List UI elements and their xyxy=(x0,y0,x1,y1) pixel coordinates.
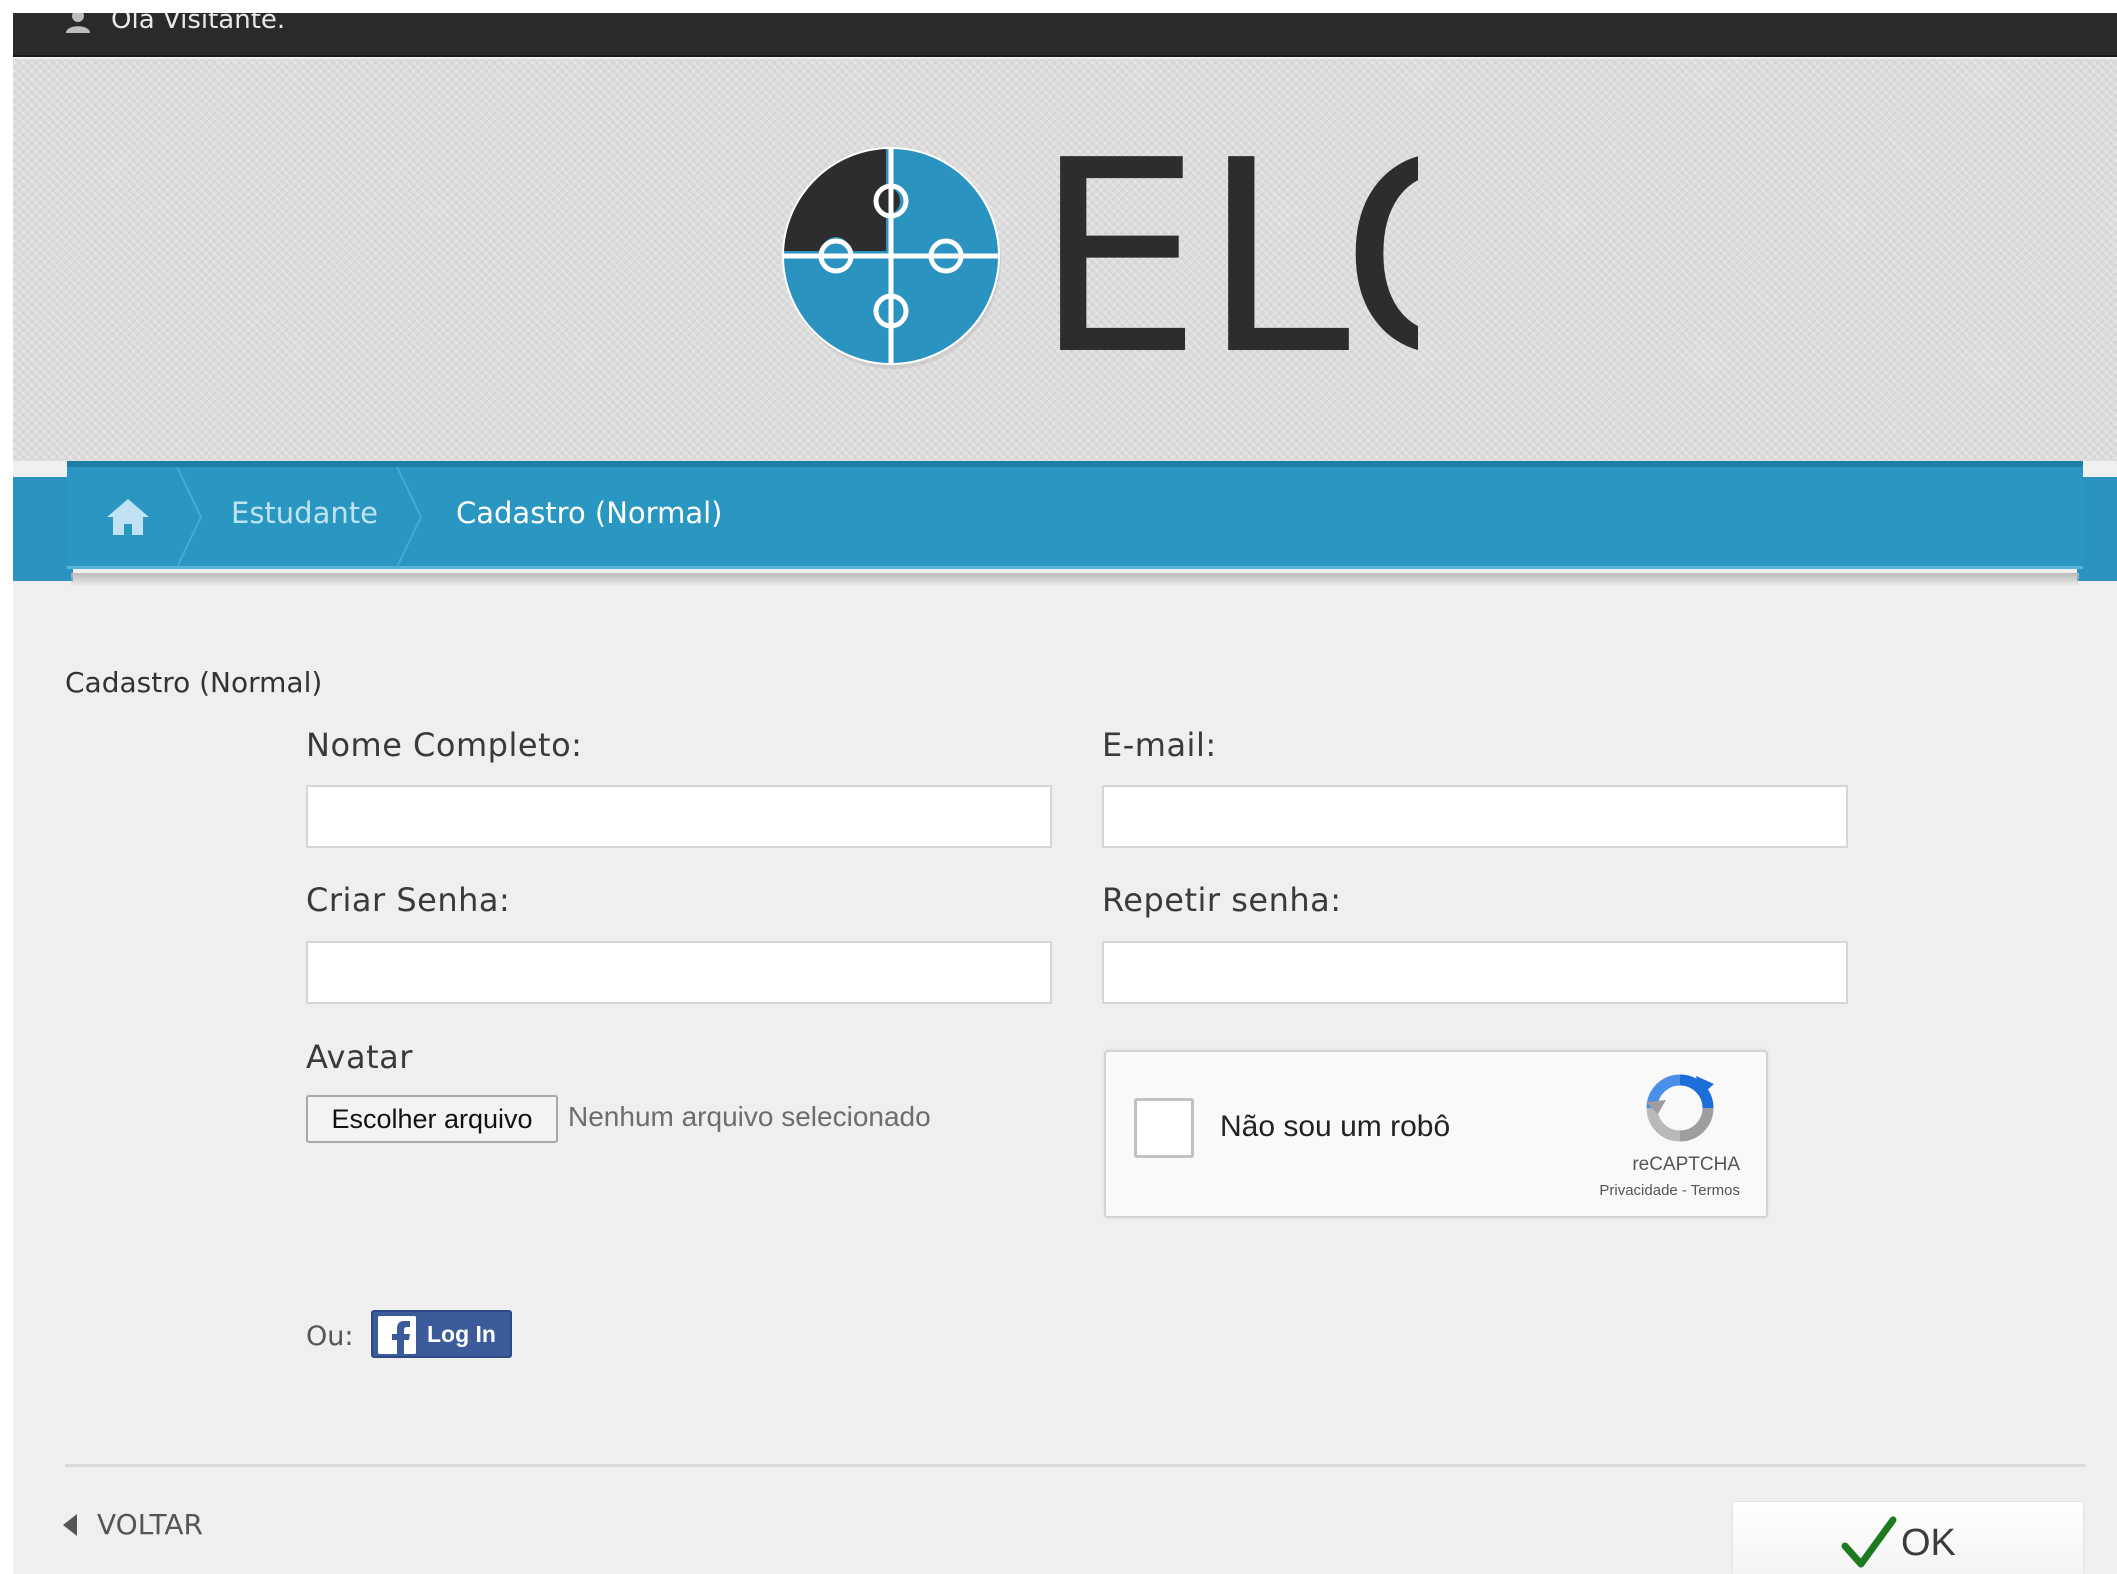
file-status-text: Nenhum arquivo selecionado xyxy=(568,1101,931,1132)
puzzle-logo-icon xyxy=(782,147,1001,369)
section-title: Cadastro (Normal) xyxy=(65,666,323,699)
choose-file-button[interactable]: Escolher arquivo xyxy=(306,1095,558,1143)
ok-button[interactable]: OK xyxy=(1732,1501,2084,1574)
breadcrumb-separator xyxy=(396,467,423,567)
checkmark-icon xyxy=(1841,1516,1897,1568)
back-label: VOLTAR xyxy=(97,1508,203,1541)
password-label: Criar Senha: xyxy=(306,881,511,919)
recaptcha-icon xyxy=(1646,1074,1714,1142)
breadcrumb-bar: Estudante Cadastro (Normal) xyxy=(13,461,2117,587)
or-label: Ou: xyxy=(306,1321,354,1352)
breadcrumb: Estudante Cadastro (Normal) xyxy=(67,461,2083,569)
logo-text: ELO xyxy=(1034,143,1418,383)
elo-logo[interactable]: ELO xyxy=(778,143,1418,383)
home-icon[interactable] xyxy=(105,497,151,537)
user-icon xyxy=(66,13,90,33)
facebook-login-label: Log In xyxy=(427,1321,496,1347)
breadcrumb-item-cadastro: Cadastro (Normal) xyxy=(456,496,723,530)
facebook-icon xyxy=(378,1316,416,1354)
caret-left-icon xyxy=(63,1514,77,1536)
registration-form: Cadastro (Normal) Nome Completo: E-mail:… xyxy=(13,586,2117,1574)
recaptcha-brand: reCAPTCHA xyxy=(1632,1154,1740,1175)
repeat-password-label: Repetir senha: xyxy=(1102,881,1342,919)
divider xyxy=(65,1464,2085,1467)
full-name-input[interactable] xyxy=(306,785,1052,848)
avatar-label: Avatar xyxy=(306,1038,413,1076)
breadcrumb-separator xyxy=(176,467,203,567)
greeting-text: Olá Visitante. xyxy=(111,13,286,35)
password-input[interactable] xyxy=(306,941,1052,1004)
recaptcha-label: Não sou um robô xyxy=(1220,1110,1451,1143)
header: ELO xyxy=(13,59,2117,461)
recaptcha-privacy-links[interactable]: Privacidade - Termos xyxy=(1599,1182,1740,1199)
repeat-password-input[interactable] xyxy=(1102,941,1848,1004)
full-name-label: Nome Completo: xyxy=(306,726,583,764)
page: Olá Visitante. EL Estudante Cadastro (No… xyxy=(13,13,2117,1574)
recaptcha-widget: Não sou um robô reCAPTCHA Privacidade - … xyxy=(1104,1050,1768,1218)
email-label: E-mail: xyxy=(1102,726,1217,764)
breadcrumb-item-estudante[interactable]: Estudante xyxy=(231,496,378,530)
top-bar: Olá Visitante. xyxy=(13,13,2117,57)
recaptcha-checkbox[interactable] xyxy=(1134,1098,1194,1158)
email-input[interactable] xyxy=(1102,785,1848,848)
facebook-login-button[interactable]: Log In xyxy=(371,1310,512,1358)
ok-label: OK xyxy=(1901,1522,1956,1564)
